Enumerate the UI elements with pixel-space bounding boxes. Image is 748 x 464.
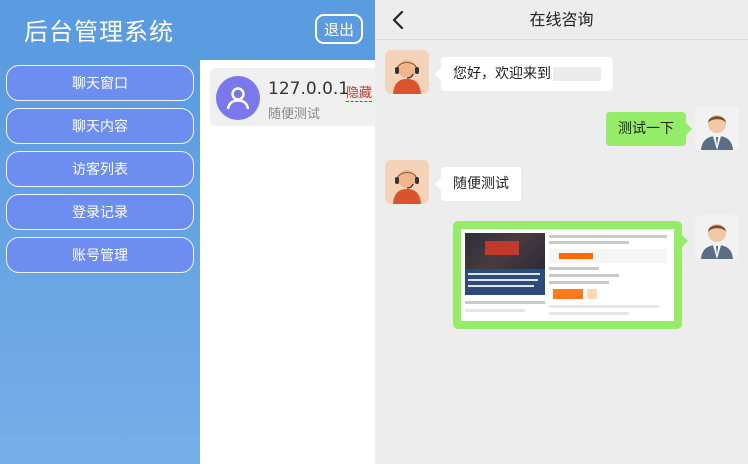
session-item[interactable]: 127.0.0.1 隐藏 随便测试	[210, 68, 380, 126]
session-list: 127.0.0.1 隐藏 随便测试	[200, 60, 380, 464]
image-message[interactable]	[453, 221, 688, 329]
nav-visitor-list[interactable]: 访客列表	[6, 151, 194, 187]
nav-login-records[interactable]: 登录记录	[6, 194, 194, 230]
session-last-message: 随便测试	[268, 107, 321, 122]
chevron-left-icon[interactable]	[387, 8, 409, 32]
message-text: 您好，欢迎来到	[453, 66, 551, 82]
message-bubble: 随便测试	[435, 167, 521, 201]
product-image	[465, 233, 545, 295]
agent-avatar	[385, 50, 429, 94]
chat-title: 在线咨询	[529, 10, 594, 29]
message-bubble: 测试一下	[606, 112, 692, 146]
session-ip: 127.0.0.1	[268, 79, 350, 99]
product-screenshot	[461, 229, 674, 321]
message-bubble: 您好，欢迎来到	[435, 57, 613, 91]
visitor-avatar	[695, 106, 739, 150]
user-icon	[216, 76, 260, 120]
chat-window: 在线咨询 您好，欢迎来到 测试一下 随便测试	[375, 0, 748, 464]
nav-account-management[interactable]: 账号管理	[6, 237, 194, 273]
nav-chat-window[interactable]: 聊天窗口	[6, 65, 194, 101]
agent-avatar	[385, 160, 429, 204]
redacted-block	[553, 67, 601, 81]
message-text: 测试一下	[618, 121, 674, 137]
nav-chat-content[interactable]: 聊天内容	[6, 108, 194, 144]
visitor-avatar	[695, 215, 739, 259]
message-text: 随便测试	[453, 176, 509, 192]
admin-header: 后台管理系统 退出	[0, 0, 375, 60]
chat-header: 在线咨询	[375, 0, 748, 40]
admin-sidebar: 聊天窗口 聊天内容 访客列表 登录记录 账号管理	[0, 60, 200, 464]
logout-button[interactable]: 退出	[315, 14, 363, 44]
session-hide-link[interactable]: 隐藏	[346, 82, 373, 102]
admin-title: 后台管理系统	[24, 18, 174, 46]
